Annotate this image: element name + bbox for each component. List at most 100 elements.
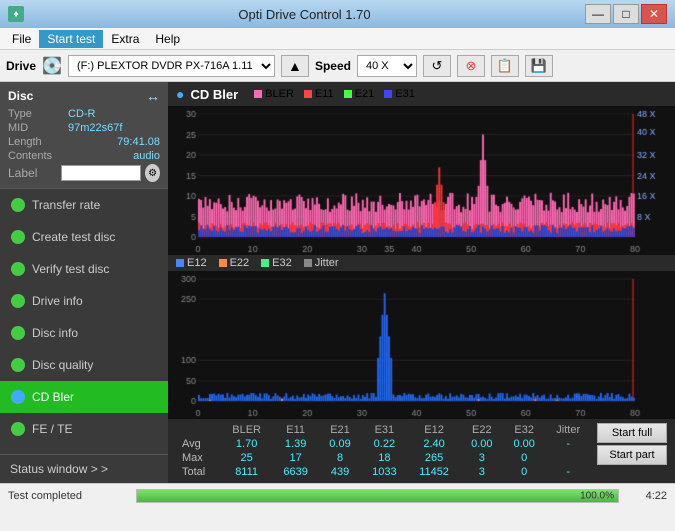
col-jitter: Jitter	[545, 423, 591, 437]
col-bler: BLER	[221, 423, 273, 437]
progress-text: 100.0%	[580, 490, 614, 501]
status-text: Test completed	[8, 490, 128, 502]
row-avg-bler: 1.70	[221, 437, 273, 451]
menu-extra[interactable]: Extra	[103, 30, 147, 48]
progress-bar-fill	[137, 490, 618, 502]
sidebar-item-create-test-disc[interactable]: Create test disc	[0, 221, 168, 253]
row-avg-label: Avg	[176, 437, 221, 451]
erase-button[interactable]: ⊗	[457, 55, 485, 77]
upper-chart-canvas	[168, 106, 675, 255]
row-avg-e32: 0.00	[503, 437, 545, 451]
row-max-e21: 8	[319, 451, 361, 465]
menu-help[interactable]: Help	[147, 30, 188, 48]
sidebar-item-disc-info[interactable]: Disc info	[0, 317, 168, 349]
legend-e22: E22	[219, 257, 250, 269]
progress-bar: 100.0%	[136, 489, 619, 503]
disc-type-val: CD-R	[68, 108, 160, 120]
sidebar-item-drive-info[interactable]: Drive info	[0, 285, 168, 317]
row-avg-e22: 0.00	[461, 437, 503, 451]
legend-e11: E11	[304, 88, 334, 100]
row-total-bler: 8111	[221, 465, 273, 479]
sidebar: Disc ↔ Type CD-R MID 97m22s67f Length 79…	[0, 82, 168, 483]
lower-legend-bar: E12 E22 E32 Jitter	[168, 255, 675, 271]
drive-icon: 💽	[42, 56, 62, 76]
chart-legend-upper: BLER E11 E21 E31	[254, 88, 415, 100]
chart-title: CD Bler	[190, 87, 238, 102]
row-avg-e31: 0.22	[361, 437, 407, 451]
sidebar-item-verify-test-disc[interactable]: Verify test disc	[0, 253, 168, 285]
disc-contents-val: audio	[68, 150, 160, 162]
disc-label-input[interactable]	[61, 165, 141, 181]
eject-button[interactable]: ▲	[281, 55, 309, 77]
legend-e12-label: E12	[187, 257, 207, 269]
row-total-e31: 1033	[361, 465, 407, 479]
row-total-e21: 439	[319, 465, 361, 479]
sidebar-item-extra-tests[interactable]: Extra tests	[0, 445, 168, 454]
time-text: 4:22	[627, 490, 667, 502]
sidebar-item-status-window[interactable]: Status window > >	[0, 455, 168, 483]
speed-label: Speed	[315, 59, 351, 73]
start-part-button[interactable]: Start part	[597, 445, 667, 465]
legend-e32-label: E32	[272, 257, 292, 269]
drive-label: Drive	[6, 59, 36, 73]
row-max-e12: 265	[408, 451, 461, 465]
drive-bar: Drive 💽 (F:) PLEXTOR DVDR PX-716A 1.11 ▲…	[0, 50, 675, 82]
disc-label-icon[interactable]: ⚙	[145, 164, 160, 182]
col-e31: E31	[361, 423, 407, 437]
row-max-e31: 18	[361, 451, 407, 465]
speed-select[interactable]: 40 X	[357, 55, 417, 77]
disc-label-key: Label	[8, 166, 57, 180]
legend-e31-label: E31	[395, 88, 415, 100]
row-total-e32: 0	[503, 465, 545, 479]
table-row: Max 25 17 8 18 265 3 0	[176, 451, 591, 465]
stats-buttons: Start full Start part	[591, 423, 667, 465]
save-button[interactable]: 💾	[525, 55, 553, 77]
row-avg-e11: 1.39	[272, 437, 318, 451]
row-total-e22: 3	[461, 465, 503, 479]
row-total-e12: 11452	[408, 465, 461, 479]
stats-table: BLER E11 E21 E31 E12 E22 E32 Jitter Avg …	[176, 423, 591, 479]
drive-select[interactable]: (F:) PLEXTOR DVDR PX-716A 1.11	[68, 55, 275, 77]
legend-e31: E31	[384, 88, 415, 100]
row-avg-jitter: -	[545, 437, 591, 451]
legend-bler: BLER	[254, 88, 294, 100]
minimize-button[interactable]: —	[585, 4, 611, 24]
chart-area: ● CD Bler BLER E11 E21 E31	[168, 82, 675, 483]
disc-arrow-icon[interactable]: ↔	[146, 88, 160, 104]
disc-mid-key: MID	[8, 122, 68, 134]
legend-e11-label: E11	[315, 88, 334, 100]
legend-e21-label: E21	[355, 88, 375, 100]
disc-length-val: 79:41.08	[68, 136, 160, 148]
close-button[interactable]: ✕	[641, 4, 667, 24]
sidebar-footer: Status window > >	[0, 454, 168, 483]
chart-upper	[168, 106, 675, 255]
legend-jitter-label: Jitter	[315, 257, 339, 269]
col-e12: E12	[408, 423, 461, 437]
disc-info-panel: Disc ↔ Type CD-R MID 97m22s67f Length 79…	[0, 82, 168, 189]
col-e21: E21	[319, 423, 361, 437]
maximize-button[interactable]: □	[613, 4, 639, 24]
row-max-e11: 17	[272, 451, 318, 465]
menu-file[interactable]: File	[4, 30, 39, 48]
copy-button[interactable]: 📋	[491, 55, 519, 77]
sidebar-item-cd-bler[interactable]: CD Bler	[0, 381, 168, 413]
start-full-button[interactable]: Start full	[597, 423, 667, 443]
sidebar-item-transfer-rate[interactable]: Transfer rate	[0, 189, 168, 221]
chart-title-icon: ●	[176, 86, 184, 102]
row-max-bler: 25	[221, 451, 273, 465]
sidebar-label-drive-info: Drive info	[32, 294, 83, 308]
disc-contents-key: Contents	[8, 150, 68, 162]
sidebar-label-cd-bler: CD Bler	[32, 390, 74, 404]
sidebar-item-disc-quality[interactable]: Disc quality	[0, 349, 168, 381]
sidebar-label-create-test-disc: Create test disc	[32, 230, 115, 244]
app-title: Opti Drive Control 1.70	[24, 7, 585, 22]
refresh-button[interactable]: ↺	[423, 55, 451, 77]
menu-start-test[interactable]: Start test	[39, 30, 103, 48]
window-controls: — □ ✕	[585, 4, 667, 24]
row-max-e22: 3	[461, 451, 503, 465]
col-e22: E22	[461, 423, 503, 437]
legend-bler-label: BLER	[265, 88, 294, 100]
main-content: Disc ↔ Type CD-R MID 97m22s67f Length 79…	[0, 82, 675, 483]
col-e11: E11	[272, 423, 318, 437]
sidebar-item-fe-te[interactable]: FE / TE	[0, 413, 168, 445]
